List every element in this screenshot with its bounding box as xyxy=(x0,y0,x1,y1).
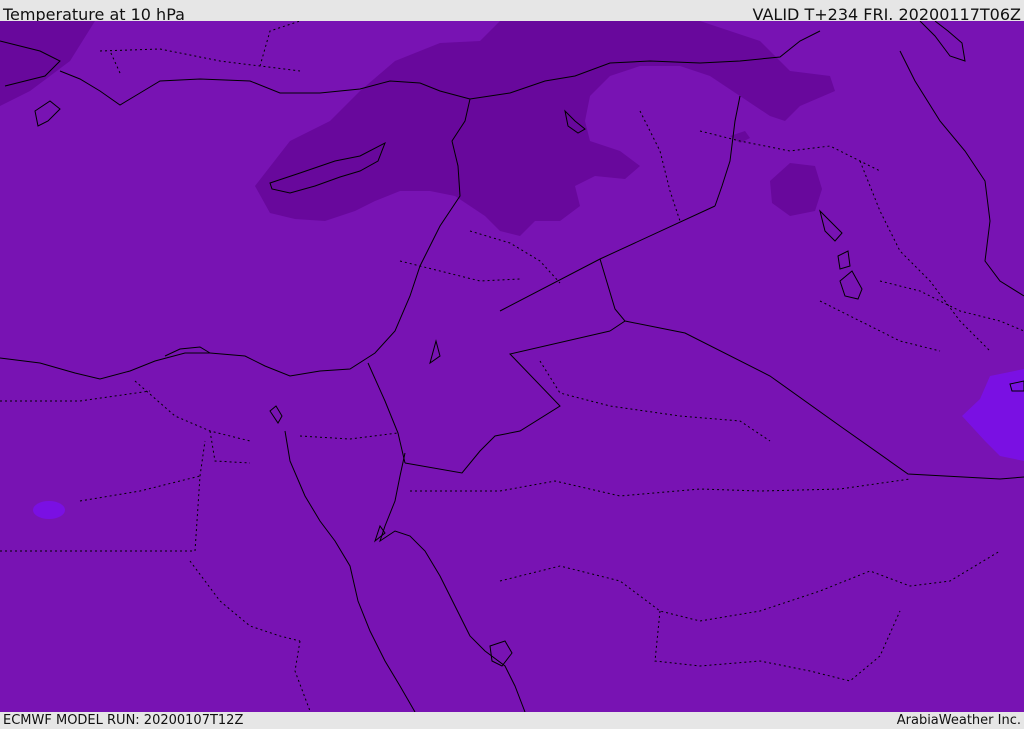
credit-label: ArabiaWeather Inc. xyxy=(896,713,1021,728)
map-header: Temperature at 10 hPa VALID T+234 FRI. 2… xyxy=(0,0,1024,24)
model-run-label: ECMWF MODEL RUN: 20200107T12Z xyxy=(3,713,244,728)
map-footer: ECMWF MODEL RUN: 20200107T12Z ArabiaWeat… xyxy=(0,712,1024,729)
weather-map xyxy=(0,21,1024,712)
